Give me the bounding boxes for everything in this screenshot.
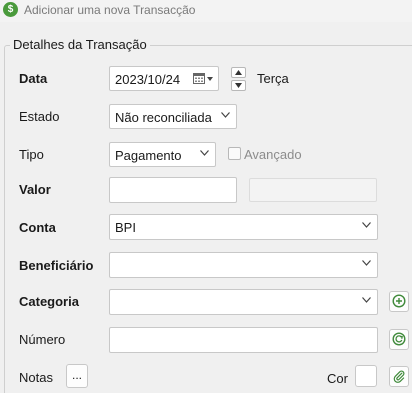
notes-button-label: ... (72, 368, 83, 382)
notes-label: Notas (19, 370, 53, 385)
category-select[interactable] (109, 289, 378, 315)
date-decrement-button[interactable] (231, 80, 246, 91)
paperclip-icon (393, 370, 405, 383)
color-label: Cor (327, 371, 348, 386)
color-picker-button[interactable] (355, 365, 377, 387)
refresh-icon (392, 332, 406, 346)
calendar-icon[interactable] (193, 72, 215, 86)
generate-number-button[interactable] (389, 329, 409, 350)
title-bar: $ Adicionar uma nova Transacção (0, 0, 412, 22)
number-input[interactable] (109, 327, 378, 353)
add-circle-icon (392, 294, 406, 308)
date-field[interactable]: 2023/10/24 (109, 66, 219, 91)
amount-input[interactable] (109, 177, 237, 203)
dollar-icon: $ (3, 2, 18, 17)
notes-button[interactable]: ... (66, 364, 88, 388)
account-select[interactable]: BPI (109, 214, 378, 240)
chevron-down-icon (362, 222, 371, 230)
account-label: Conta (19, 220, 56, 235)
chevron-down-icon (362, 260, 371, 268)
chevron-down-icon (235, 83, 242, 88)
advanced-label: Avançado (244, 147, 302, 162)
chevron-down-icon (362, 297, 371, 305)
advanced-checkbox[interactable] (228, 147, 241, 160)
amount-label: Valor (19, 182, 51, 197)
date-label: Data (19, 71, 48, 86)
group-title: Detalhes da Transação (10, 37, 150, 52)
type-select[interactable]: Pagamento (109, 142, 216, 167)
chevron-down-icon (200, 150, 209, 158)
chevron-down-icon (221, 112, 230, 120)
type-value: Pagamento (115, 148, 182, 163)
type-label: Tipo (19, 147, 44, 162)
payee-select[interactable] (109, 252, 378, 278)
status-select[interactable]: Não reconciliada (109, 104, 237, 129)
date-value: 2023/10/24 (115, 72, 181, 87)
payee-label: Beneficiário (19, 258, 94, 273)
weekday-label: Terça (257, 71, 289, 86)
window-title: Adicionar uma nova Transacção (24, 3, 196, 17)
status-value: Não reconciliada (115, 110, 212, 125)
category-label: Categoria (19, 294, 79, 309)
attachment-button[interactable] (389, 366, 409, 387)
date-increment-button[interactable] (231, 67, 246, 78)
add-category-button[interactable] (389, 291, 409, 312)
status-label: Estado (19, 109, 60, 124)
amount-secondary-field (249, 178, 377, 202)
chevron-up-icon (235, 70, 242, 75)
account-value: BPI (115, 220, 136, 235)
number-label: Número (19, 332, 66, 347)
